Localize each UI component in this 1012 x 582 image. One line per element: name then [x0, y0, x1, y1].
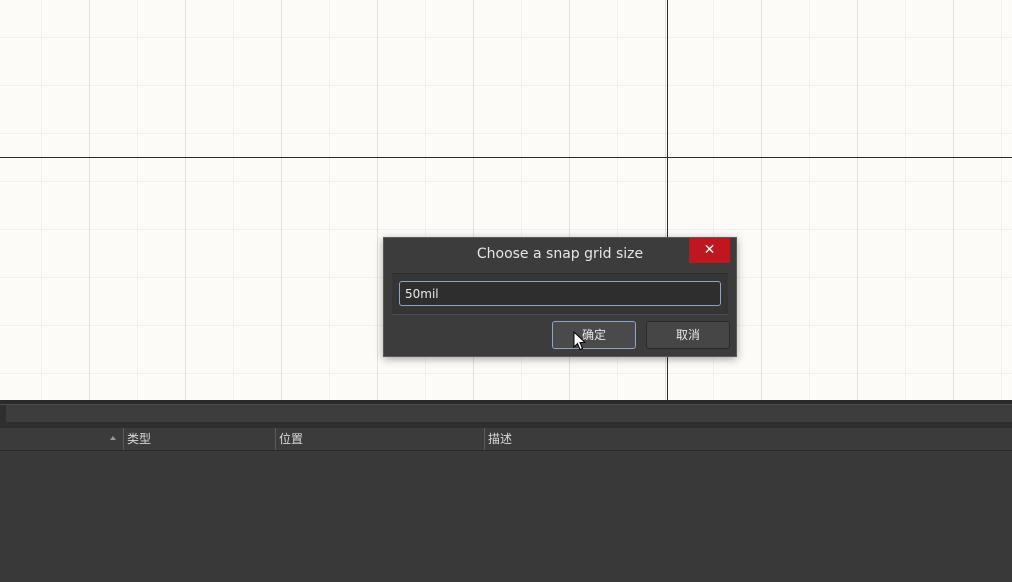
- dialog-body: [392, 273, 728, 315]
- ok-button[interactable]: 确定: [552, 321, 636, 349]
- panel-toolbar: [0, 404, 1012, 423]
- crosshair-horizontal-line: [0, 157, 1012, 158]
- dialog-title: Choose a snap grid size: [476, 246, 644, 262]
- column-header-description[interactable]: 描述: [484, 428, 1012, 450]
- cancel-button[interactable]: 取消: [646, 321, 730, 349]
- column-header-first[interactable]: [0, 428, 123, 450]
- snap-grid-size-input[interactable]: [399, 281, 721, 306]
- column-header-location[interactable]: 位置: [275, 428, 484, 450]
- app-window: Choose a snap grid size ✕ 确定 取消 类型 位置 描述: [0, 0, 1012, 582]
- close-icon: ✕: [703, 242, 716, 258]
- messages-list[interactable]: [0, 451, 1012, 582]
- table-header: 类型 位置 描述: [0, 428, 1012, 451]
- column-header-type[interactable]: 类型: [123, 428, 275, 450]
- toolbar-grip-handle[interactable]: [0, 405, 6, 423]
- sort-ascending-icon: [110, 436, 116, 440]
- dialog-titlebar[interactable]: Choose a snap grid size ✕: [384, 238, 736, 270]
- snap-grid-dialog: Choose a snap grid size ✕ 确定 取消: [383, 237, 737, 357]
- mouse-pointer-icon: [573, 331, 587, 351]
- close-button[interactable]: ✕: [689, 238, 730, 263]
